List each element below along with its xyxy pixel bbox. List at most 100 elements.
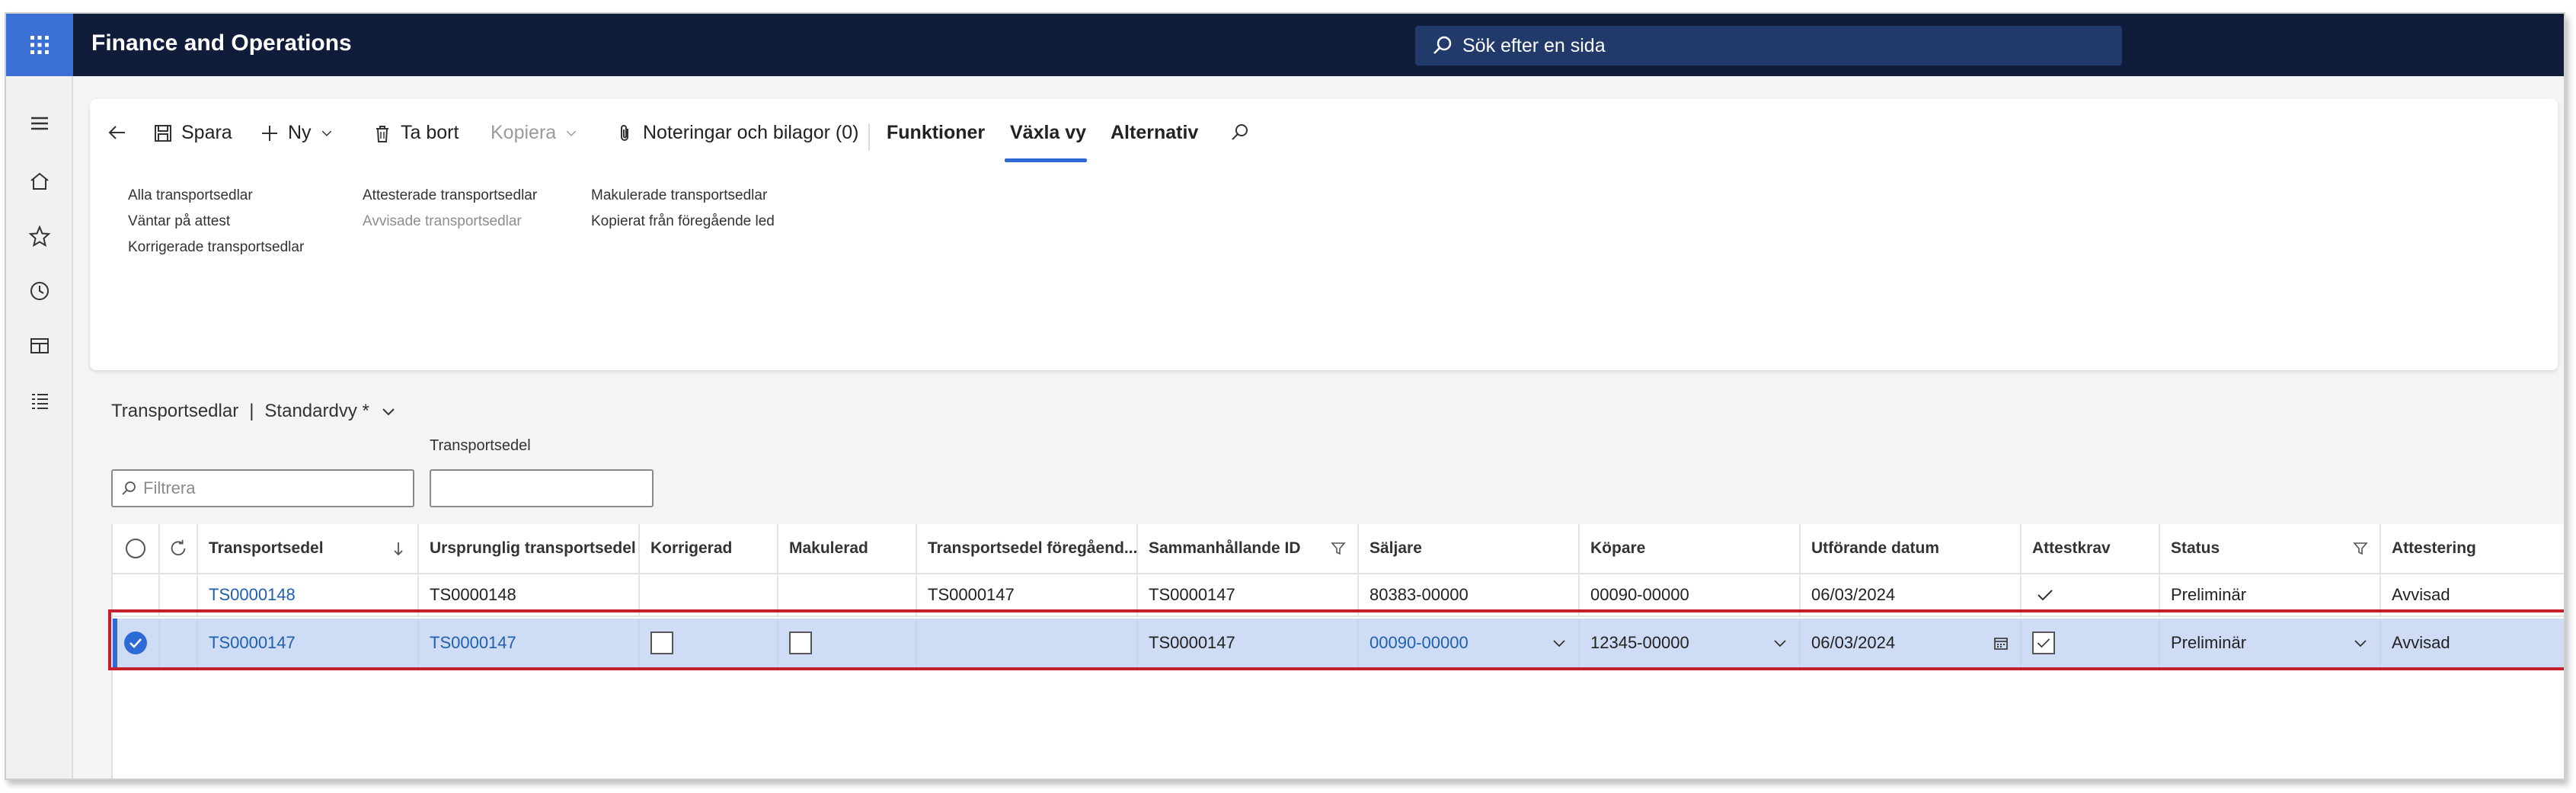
tab-functions[interactable]: Funktioner [887,122,985,144]
new-label: Ny [288,122,312,143]
cell-waybill[interactable]: TS0000147 [198,619,419,667]
action-search-button[interactable] [1229,122,1251,143]
search-icon [1433,36,1452,54]
cell-approval-required[interactable] [2021,619,2160,667]
trash-icon [376,125,388,142]
col-header-approval[interactable]: Attestering [2381,524,2533,573]
tab-options[interactable]: Alternativ [1111,122,1198,144]
cell-corrected [640,574,778,616]
corrected-checkbox[interactable] [650,632,673,654]
modules-list-icon[interactable] [24,385,55,416]
action-pane-divider [868,123,870,151]
breadcrumb: Transportsedlar | Standardvy * [111,401,397,422]
cell-corrected[interactable] [640,619,778,667]
cell-approval: Avvisad [2392,633,2450,652]
cell-voided[interactable] [778,619,917,667]
link-copied-from-previous[interactable]: Kopierat från föregående led [591,213,775,230]
star-icon[interactable] [24,221,55,251]
circle-select-icon [126,539,145,558]
cell-consolidation-id: TS0000147 [1138,574,1359,616]
grid-header-row: Transportsedel Ursprunglig transportsede… [113,524,2564,574]
link-voided-waybills[interactable]: Makulerade transportsedlar [591,187,767,204]
col-header-approval-required[interactable]: Attestkrav [2021,524,2160,573]
buyer-dropdown[interactable]: 12345-00000 [1580,619,1801,667]
new-button[interactable]: Ny [259,122,334,144]
list-title: Transportsedlar [111,401,239,421]
link-corrected-waybills[interactable]: Korrigerade transportsedlar [128,239,304,256]
notes-attachments-button[interactable]: Noteringar och bilagor (0) [614,122,858,144]
view-selector[interactable]: Standardvy * [264,401,369,422]
filter-funnel-icon [1331,542,1346,555]
back-button[interactable] [107,122,128,143]
copy-button[interactable]: Kopiera [491,122,579,144]
delete-button[interactable]: Ta bort [372,122,459,144]
table-row[interactable]: TS0000148 TS0000148 TS0000147 TS0000147 … [113,574,2564,617]
col-header-previous-waybill[interactable]: Transportsedel föregåend... [917,524,1138,573]
app-title: Finance and Operations [91,30,352,56]
col-header-waybill[interactable]: Transportsedel [198,524,419,573]
col-header-corrected[interactable]: Korrigerad [640,524,778,573]
hamburger-icon[interactable] [24,108,55,139]
search-icon [122,481,136,495]
delete-label: Ta bort [401,122,459,143]
back-arrow-icon [108,126,125,139]
table-row-selected[interactable]: TS0000147 TS0000147 TS0000147 00090-0000… [113,619,2564,667]
workspace-icon[interactable] [24,331,55,361]
chevron-down-icon [2354,640,2367,648]
clock-icon[interactable] [24,276,55,306]
chevron-down-icon[interactable] [380,403,397,420]
col-header-buyer[interactable]: Köpare [1580,524,1801,573]
cell-consolidation-id: TS0000147 [1138,619,1359,667]
col-header-consolidation-id[interactable]: Sammanhållande ID [1138,524,1359,573]
cell-waybill[interactable]: TS0000148 [198,574,419,616]
action-pane: Spara Ny Ta bort Kopiera Noteringar och … [90,99,2558,370]
approval-required-checkbox[interactable] [2032,632,2055,654]
row-marker-cell [160,574,198,616]
page-search-input[interactable]: Sök efter en sida [1415,26,2122,66]
calendar-icon [1994,638,2008,650]
cell-status: Preliminär [2160,574,2381,616]
search-icon [1232,124,1248,140]
cell-original-waybill: TS0000147 [419,619,640,667]
link-awaiting-approval[interactable]: Väntar på attest [128,213,230,230]
row-select-cell[interactable] [113,619,160,667]
waybill-filter-input[interactable] [430,469,654,507]
plus-icon [262,125,277,141]
chevron-down-icon [1553,640,1565,648]
app-launcher-button[interactable] [6,14,73,76]
link-all-waybills[interactable]: Alla transportsedlar [128,187,253,204]
chevron-down-icon [321,130,331,136]
waybill-filter-label: Transportsedel [430,437,531,454]
save-label: Spara [181,122,232,143]
save-button[interactable]: Spara [152,122,232,144]
tab-options-label: Alternativ [1111,122,1199,143]
link-approved-waybills[interactable]: Attesterade transportsedlar [363,187,537,204]
cell-original-waybill: TS0000148 [419,574,640,616]
refresh-button[interactable] [160,524,198,573]
voided-checkbox[interactable] [789,632,812,654]
save-icon [155,124,171,142]
col-header-status[interactable]: Status [2160,524,2381,573]
col-header-voided[interactable]: Makulerad [778,524,917,573]
tab-switch-view[interactable]: Växla vy [1010,122,1086,144]
breadcrumb-separator: | [249,401,254,421]
select-all-checkbox[interactable] [113,524,160,573]
col-header-seller[interactable]: Säljare [1359,524,1580,573]
status-dropdown[interactable]: Preliminär [2160,619,2381,667]
row-select-cell[interactable] [113,574,160,616]
search-placeholder: Sök efter en sida [1462,34,1606,56]
copy-label: Kopiera [491,122,557,143]
top-bar: Finance and Operations Sök efter en sida [6,14,2564,76]
checkmark-icon [2037,590,2053,601]
link-rejected-waybills[interactable]: Avvisade transportsedlar [363,213,522,230]
execution-date-picker[interactable]: 06/03/2024 [1801,619,2021,667]
seller-dropdown[interactable]: 00090-00000 [1359,619,1580,667]
col-header-execution-date[interactable]: Utförande datum [1801,524,2021,573]
cell-buyer: 00090-00000 [1580,574,1801,616]
filter-input[interactable]: Filtrera [111,469,414,507]
navigation-pane [6,76,73,779]
col-header-original-waybill[interactable]: Ursprunglig transportsedel [419,524,640,573]
chevron-down-icon [566,130,577,136]
cell-previous-waybill: TS0000147 [917,574,1138,616]
home-icon[interactable] [24,166,55,197]
